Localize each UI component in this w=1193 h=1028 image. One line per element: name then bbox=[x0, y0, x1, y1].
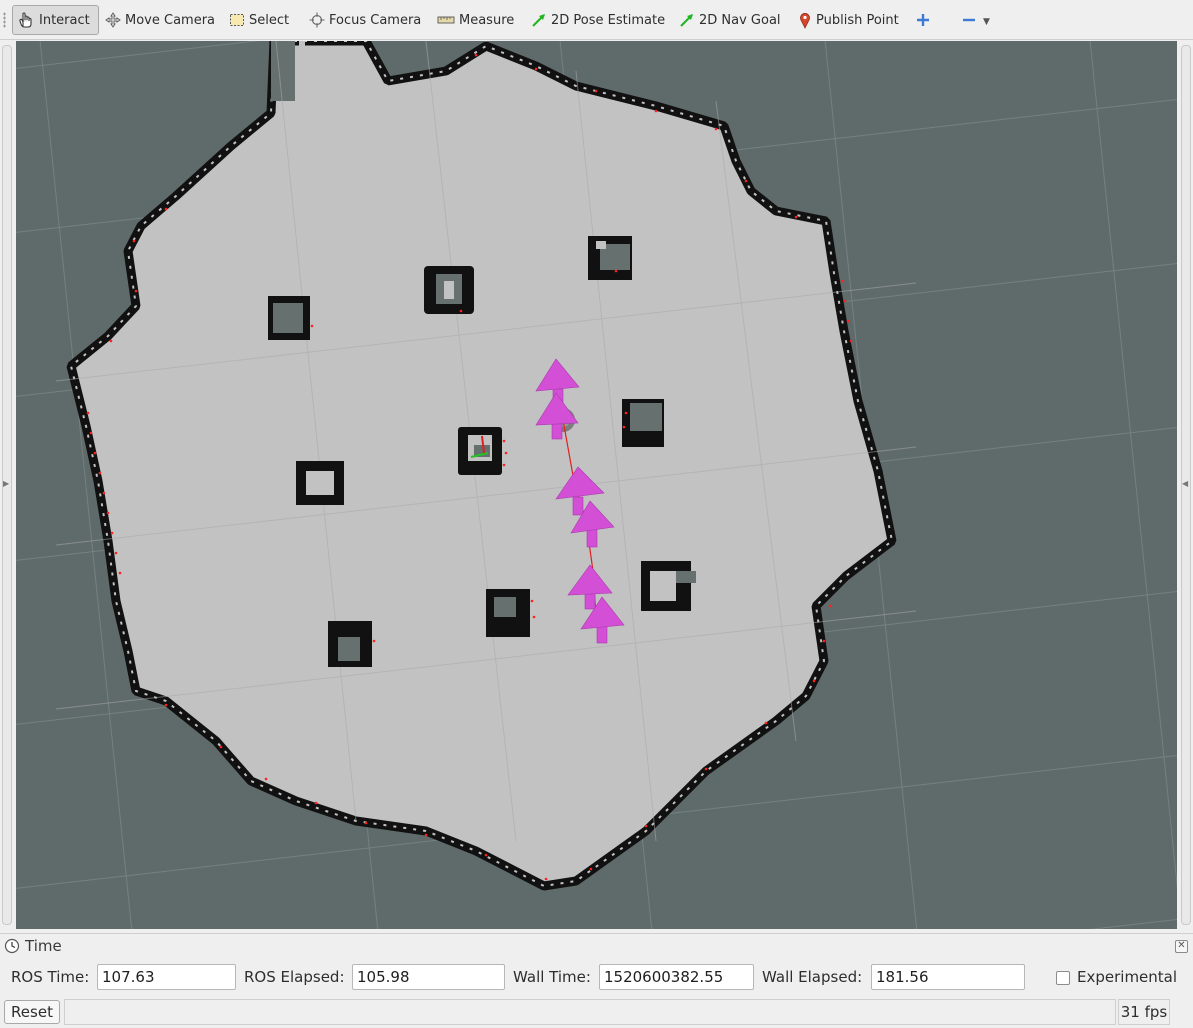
time-panel-title: Time bbox=[4, 936, 62, 956]
select-box-icon bbox=[230, 14, 244, 26]
toolbar: Interact Move Camera Select Focus Camera… bbox=[0, 0, 1193, 40]
obstacle bbox=[458, 427, 502, 475]
hand-icon bbox=[19, 12, 32, 28]
plus-icon bbox=[917, 14, 929, 26]
measure-tool-button[interactable]: Measure bbox=[433, 5, 518, 35]
obstacle bbox=[641, 561, 696, 611]
expand-left-icon[interactable]: ▶ bbox=[3, 479, 9, 488]
ros-time-field[interactable]: 107.63 bbox=[97, 964, 236, 990]
2d-pose-estimate-tool-button[interactable]: 2D Pose Estimate bbox=[527, 5, 669, 35]
ruler-icon bbox=[437, 16, 455, 24]
move-camera-icon bbox=[105, 12, 121, 28]
close-icon[interactable]: ✕ bbox=[1175, 940, 1188, 953]
interact-label: Interact bbox=[39, 12, 90, 28]
time-title-label: Time bbox=[25, 937, 62, 955]
focus-camera-label: Focus Camera bbox=[329, 12, 422, 28]
obstacle bbox=[424, 266, 474, 314]
wall-elapsed-label: Wall Elapsed: bbox=[762, 968, 863, 986]
2d-nav-goal-label: 2D Nav Goal bbox=[699, 12, 781, 28]
obstacle bbox=[588, 236, 632, 280]
3d-render-viewport[interactable] bbox=[16, 41, 1177, 929]
status-bar: Reset 31 fps bbox=[0, 997, 1193, 1028]
obstacle bbox=[622, 399, 664, 447]
focus-camera-tool-button[interactable]: Focus Camera bbox=[305, 5, 425, 35]
move-camera-label: Move Camera bbox=[125, 12, 216, 28]
move-camera-tool-button[interactable]: Move Camera bbox=[101, 5, 219, 35]
experimental-checkbox[interactable] bbox=[1056, 971, 1070, 985]
ros-time-label: ROS Time: bbox=[11, 968, 90, 986]
wall-time-field[interactable]: 1520600382.55 bbox=[599, 964, 754, 990]
wall-elapsed-field[interactable]: 181.56 bbox=[871, 964, 1025, 990]
ros-elapsed-label: ROS Elapsed: bbox=[244, 968, 345, 986]
measure-label: Measure bbox=[459, 12, 515, 28]
publish-point-tool-button[interactable]: Publish Point bbox=[794, 5, 903, 35]
minus-icon bbox=[963, 18, 975, 22]
select-tool-button[interactable]: Select bbox=[225, 5, 293, 35]
status-message-area bbox=[64, 999, 1116, 1025]
green-arrow-icon bbox=[532, 14, 545, 27]
time-panel: Time ✕ ROS Time: 107.63 ROS Elapsed: 105… bbox=[0, 933, 1193, 996]
toolbar-grip[interactable] bbox=[3, 12, 6, 28]
left-dock-handle[interactable]: ▶ bbox=[0, 41, 14, 929]
ros-elapsed-field[interactable]: 105.98 bbox=[352, 964, 505, 990]
map-scene bbox=[16, 41, 1177, 929]
obstacle bbox=[328, 621, 372, 667]
expand-right-icon[interactable]: ◀ bbox=[1182, 479, 1188, 488]
select-label: Select bbox=[249, 12, 290, 28]
obstacle bbox=[486, 589, 530, 637]
interact-tool-button[interactable]: Interact bbox=[12, 5, 99, 35]
clock-icon bbox=[4, 938, 20, 954]
publish-point-label: Publish Point bbox=[816, 12, 899, 28]
green-arrow-icon bbox=[680, 14, 693, 27]
fps-counter: 31 fps bbox=[1118, 999, 1170, 1025]
right-dock-handle[interactable]: ◀ bbox=[1179, 41, 1193, 929]
2d-nav-goal-tool-button[interactable]: 2D Nav Goal bbox=[675, 5, 785, 35]
map-pin-icon bbox=[800, 12, 810, 29]
obstacle bbox=[296, 461, 344, 505]
reset-button[interactable]: Reset bbox=[4, 1000, 60, 1024]
2d-pose-estimate-label: 2D Pose Estimate bbox=[551, 12, 666, 28]
wall-time-label: Wall Time: bbox=[513, 968, 591, 986]
remove-tool-button[interactable]: ▼ bbox=[958, 5, 994, 35]
obstacle bbox=[268, 296, 310, 340]
chevron-down-icon[interactable]: ▼ bbox=[983, 17, 990, 27]
add-tool-button[interactable] bbox=[912, 5, 938, 35]
experimental-label: Experimental bbox=[1077, 968, 1178, 986]
crosshair-icon bbox=[309, 12, 325, 28]
unknown-area bbox=[271, 41, 295, 101]
